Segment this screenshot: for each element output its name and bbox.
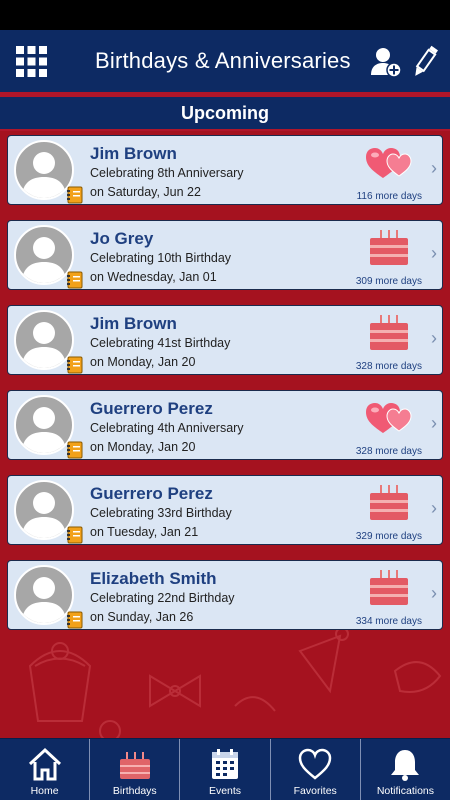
contact-name: Guerrero Perez xyxy=(90,399,213,418)
celebration-text: Celebrating 33rd Birthday xyxy=(90,506,232,520)
chevron-right-icon[interactable]: › xyxy=(431,158,437,179)
nav-label: Events xyxy=(208,785,242,797)
avatar xyxy=(14,395,74,455)
chevron-right-icon[interactable]: › xyxy=(431,243,437,264)
event-date: on Monday, Jan 20 xyxy=(90,355,196,369)
chevron-right-icon[interactable]: › xyxy=(431,583,437,604)
nav-events[interactable]: Events xyxy=(180,739,271,800)
nav-favorites[interactable]: Favorites xyxy=(271,739,361,800)
days-remaining: 309 more days xyxy=(355,276,422,287)
days-remaining: 329 more days xyxy=(355,531,422,542)
contact-name: Jo Grey xyxy=(90,229,154,248)
contact-book-icon xyxy=(67,186,83,204)
person-silhouette-icon xyxy=(22,322,66,368)
contact-name: Jim Brown xyxy=(90,144,177,163)
avatar xyxy=(14,480,74,540)
celebration-text: Celebrating 41st Birthday xyxy=(90,336,231,350)
edit-pencil-icon[interactable] xyxy=(412,44,438,80)
event-date: on Sunday, Jan 26 xyxy=(90,610,194,624)
chevron-right-icon[interactable]: › xyxy=(431,328,437,349)
days-remaining: 328 more days xyxy=(355,446,422,457)
event-date: on Monday, Jan 20 xyxy=(90,440,196,454)
event-date: on Tuesday, Jan 21 xyxy=(90,525,199,539)
event-date: on Wednesday, Jan 01 xyxy=(90,270,217,284)
nav-birthdays[interactable]: Birthdays xyxy=(90,739,181,800)
calendar-icon xyxy=(212,749,238,779)
avatar xyxy=(14,225,74,285)
contact-book-icon xyxy=(67,611,83,629)
person-silhouette-icon xyxy=(22,577,66,623)
event-card[interactable]: Jim Brown Celebrating 41st Birthday on M… xyxy=(7,305,443,375)
chevron-right-icon[interactable]: › xyxy=(431,413,437,434)
bell-icon xyxy=(391,750,420,781)
chevron-right-icon[interactable]: › xyxy=(431,498,437,519)
status-bar xyxy=(0,0,450,30)
celebration-text: Celebrating 8th Anniversary xyxy=(90,166,244,180)
nav-label: Birthdays xyxy=(112,785,157,797)
hearts-icon xyxy=(366,148,412,178)
page-title: Birthdays & Anniversaries xyxy=(95,48,351,73)
nav-label: Favorites xyxy=(293,785,337,797)
cake-icon xyxy=(370,315,408,350)
nav-label: Home xyxy=(30,785,59,797)
contact-book-icon xyxy=(67,441,83,459)
cake-icon xyxy=(370,230,408,265)
event-card[interactable]: Guerrero Perez Celebrating 4th Anniversa… xyxy=(7,390,443,460)
contact-book-icon xyxy=(67,271,83,289)
nav-notifications[interactable]: Notifications xyxy=(361,739,450,800)
celebration-text: Celebrating 4th Anniversary xyxy=(90,421,244,435)
event-card[interactable]: Elizabeth Smith Celebrating 22nd Birthda… xyxy=(7,560,443,630)
event-card[interactable]: Guerrero Perez Celebrating 33rd Birthday… xyxy=(7,475,443,545)
hearts-icon xyxy=(366,403,412,433)
bottom-nav: Home Birthdays Events Favorites Notifica… xyxy=(0,738,450,800)
nav-label: Notifications xyxy=(376,785,435,797)
person-silhouette-icon xyxy=(22,492,66,538)
celebration-text: Celebrating 22nd Birthday xyxy=(90,591,235,605)
section-header: Upcoming xyxy=(0,97,450,131)
person-silhouette-icon xyxy=(22,237,66,283)
avatar xyxy=(14,310,74,370)
contact-book-icon xyxy=(67,526,83,544)
celebration-text: Celebrating 10th Birthday xyxy=(90,251,232,265)
cake-icon xyxy=(370,485,408,520)
avatar xyxy=(14,140,74,200)
add-person-icon[interactable] xyxy=(370,46,402,78)
event-date: on Saturday, Jun 22 xyxy=(90,185,201,199)
cake-icon xyxy=(119,752,150,779)
contact-name: Jim Brown xyxy=(90,314,177,333)
heart-icon xyxy=(298,748,332,780)
person-silhouette-icon xyxy=(22,407,66,453)
person-silhouette-icon xyxy=(22,152,66,198)
event-card[interactable]: Jim Brown Celebrating 8th Anniversary on… xyxy=(7,135,443,205)
days-remaining: 116 more days xyxy=(356,191,422,202)
contact-name: Elizabeth Smith xyxy=(90,569,217,588)
days-remaining: 328 more days xyxy=(355,361,422,372)
home-icon xyxy=(28,747,61,781)
grid-menu-icon[interactable] xyxy=(16,46,47,77)
event-card[interactable]: Jo Grey Celebrating 10th Birthday on Wed… xyxy=(7,220,443,290)
contact-name: Guerrero Perez xyxy=(90,484,213,503)
contact-book-icon xyxy=(67,356,83,374)
days-remaining: 334 more days xyxy=(355,616,422,627)
cake-icon xyxy=(370,570,408,605)
nav-home[interactable]: Home xyxy=(0,739,91,800)
avatar xyxy=(14,565,74,625)
